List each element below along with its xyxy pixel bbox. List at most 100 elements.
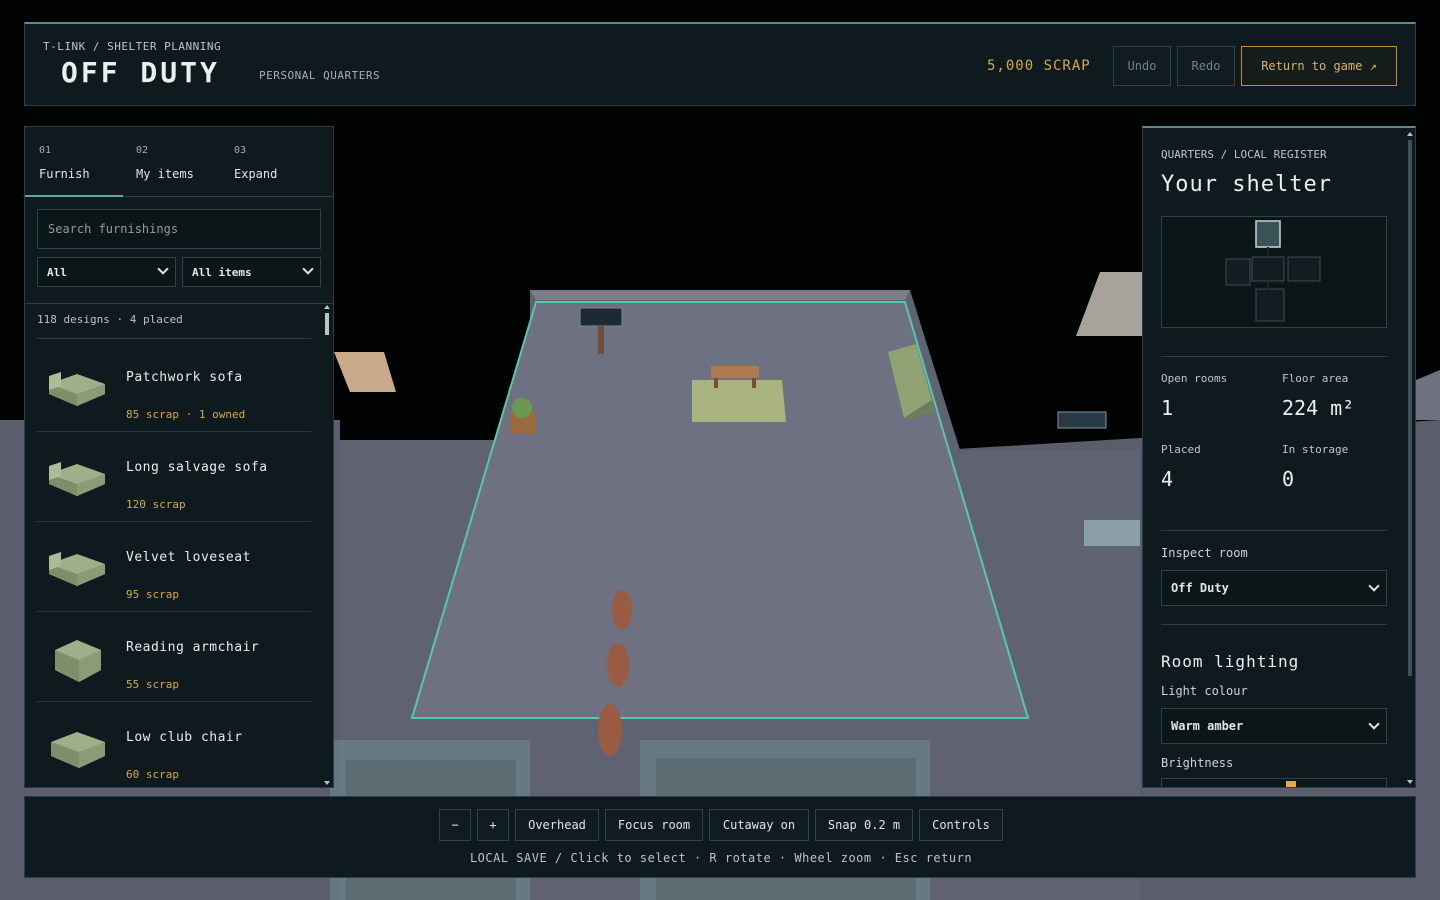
scroll-thumb[interactable] [1408,140,1412,676]
controls-button[interactable]: Controls [919,809,1003,841]
item-price: 60 scrap [126,768,179,781]
ownership-filter-select[interactable]: All items [182,257,321,287]
light-colour-label: Light colour [1161,684,1248,698]
tab-furnish[interactable]: 01 Furnish [25,127,123,197]
brightness-slider[interactable] [1161,778,1387,787]
zoom-out-button[interactable]: − [439,809,471,841]
sofa-icon [49,552,105,586]
item-name: Velvet loveseat [126,550,251,565]
tab-expand[interactable]: 03 Expand [220,127,318,197]
light-colour-select[interactable]: Warm amber [1161,708,1387,744]
list-item[interactable]: Patchwork sofa 85 scrap · 1 owned [37,342,311,432]
cutaway-toggle-button[interactable]: Cutaway on [709,809,809,841]
floor-area-label: Floor area [1282,372,1349,385]
undo-button[interactable]: Undo [1113,46,1171,86]
side-bench [1084,520,1140,546]
scroll-thumb[interactable] [325,313,329,335]
page-subtitle: PERSONAL QUARTERS [259,69,381,82]
open-rooms-label: Open rooms [1161,372,1228,385]
figure-2 [607,643,629,687]
item-price: 85 scrap · 1 owned [126,408,246,421]
tab-label: Furnish [39,167,90,181]
floor-area-value: 224 m² [1282,396,1355,420]
item-price: 120 scrap [126,498,186,511]
brightness-slider-thumb[interactable] [1286,781,1296,787]
side-furniture-left [334,352,396,392]
scroll-down-icon[interactable] [324,781,330,785]
storage-label: In storage [1282,443,1349,456]
divider [1161,624,1387,625]
return-to-game-button[interactable]: Return to game ↗ [1241,46,1397,86]
item-price: 95 scrap [126,588,179,601]
design-count: 118 designs · 4 placed [37,313,183,326]
redo-button[interactable]: Redo [1177,46,1235,86]
scroll-up-icon[interactable] [324,305,330,309]
armchair-icon [55,640,101,682]
list-item[interactable]: Long salvage sofa 120 scrap [37,432,311,522]
placed-value: 4 [1161,467,1174,491]
inspector-panel: QUARTERS / LOCAL REGISTER Your shelter O… [1142,126,1416,788]
room-back-wall [530,290,910,300]
item-name: Long salvage sofa [126,460,268,475]
list-item[interactable]: Velvet loveseat 95 scrap [37,522,311,612]
tab-number: 03 [234,145,247,156]
minimap-graphic [1225,220,1321,322]
light-colour-value: Warm amber [1171,719,1244,733]
category-filter-select[interactable]: All [37,257,176,287]
list-scrollbar[interactable] [323,303,331,787]
tab-number: 02 [136,145,149,156]
page-title: OFF DUTY [61,56,220,89]
figure-3 [598,704,622,756]
scroll-up-icon[interactable] [1407,132,1413,136]
tab-label: My items [136,167,194,181]
overhead-view-button[interactable]: Overhead [515,809,599,841]
view-toolbar: − + Overhead Focus room Cutaway on Snap … [24,796,1416,878]
search-input[interactable] [37,209,321,249]
scrap-balance: 5,000 SCRAP [987,58,1091,74]
shelter-minimap[interactable] [1161,216,1387,328]
divider [1161,530,1387,531]
tab-number: 01 [39,145,52,156]
chevron-down-icon [1368,580,1380,592]
inspector-scrollbar[interactable] [1406,130,1414,786]
sofa-icon [49,372,105,406]
sidebar-tabs: 01 Furnish 02 My items 03 Expand [25,127,333,197]
inspect-room-label: Inspect room [1161,546,1248,560]
item-name: Patchwork sofa [126,370,243,385]
item-name: Low club chair [126,730,243,745]
inspector-title: Your shelter [1161,172,1332,197]
room-floor [412,302,1028,718]
tab-my-items[interactable]: 02 My items [122,127,220,197]
chevron-down-icon [157,263,169,275]
placed-label: Placed [1161,443,1201,456]
open-rooms-value: 1 [1161,396,1174,420]
plant-leaves [512,398,532,418]
furnishing-list[interactable]: 118 designs · 4 placed Patchwork sofa 85… [25,303,333,787]
armchair-icon [51,732,105,768]
list-item[interactable]: Reading armchair 55 scrap [37,612,311,702]
side-console [1057,411,1107,429]
ownership-filter-value: All items [192,265,252,279]
divider [1161,356,1387,357]
item-name: Reading armchair [126,640,260,655]
scroll-down-icon[interactable] [1407,780,1413,784]
focus-room-button[interactable]: Focus room [605,809,703,841]
zoom-in-button[interactable]: + [477,809,509,841]
tab-label: Expand [234,167,278,181]
chevron-down-icon [1368,718,1380,730]
figure-1 [612,590,632,630]
brightness-label: Brightness [1161,756,1234,770]
terminal-screen [579,307,623,327]
room-lighting-title: Room lighting [1161,652,1300,671]
divider [37,338,311,339]
breadcrumb: T-LINK / SHELTER PLANNING [43,40,222,53]
chevron-down-icon [302,263,314,275]
controls-hint: LOCAL SAVE / Click to select · R rotate … [469,851,973,865]
inspect-room-select[interactable]: Off Duty [1161,570,1387,606]
top-header: T-LINK / SHELTER PLANNING OFF DUTY PERSO… [24,22,1416,106]
snap-button[interactable]: Snap 0.2 m [815,809,913,841]
item-price: 55 scrap [126,678,179,691]
list-item[interactable]: Low club chair 60 scrap [37,702,311,787]
rug [692,380,786,422]
side-furniture-right [1076,272,1142,336]
